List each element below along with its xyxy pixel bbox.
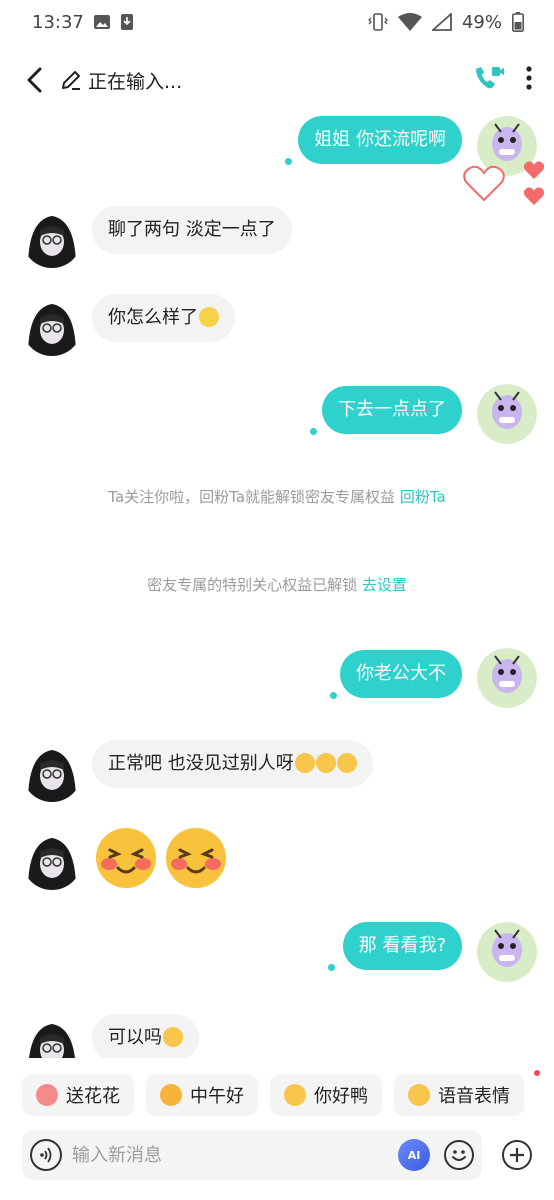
battery-icon <box>512 12 524 32</box>
flower-emoji-icon <box>36 1084 58 1106</box>
incoming-message[interactable]: 正常吧 也没见过别人呀 <box>92 740 373 788</box>
read-dot <box>285 158 292 165</box>
ai-assistant-button[interactable]: AI <box>398 1139 430 1171</box>
sunglasses-emoji-icon <box>160 1084 182 1106</box>
plus-icon <box>510 1148 524 1162</box>
status-bar: 13:37 49% <box>0 0 554 44</box>
flushed-emoji-icon <box>315 753 336 773</box>
ai-label: AI <box>407 1148 421 1162</box>
signal-icon <box>431 13 452 31</box>
read-dot <box>328 964 335 971</box>
quick-reply-voice-sticker[interactable]: 语音表情 <box>394 1074 524 1116</box>
notification-dot <box>534 1070 540 1076</box>
cat-emoji-icon <box>199 307 219 327</box>
system-notice: 密友专属的特别关心权益已解锁 去设置 <box>147 576 407 594</box>
blushing-emoji-icon[interactable] <box>164 826 228 890</box>
contact-avatar[interactable] <box>22 296 82 356</box>
read-dot <box>330 692 337 699</box>
incoming-message[interactable]: 可以吗 <box>92 1014 199 1058</box>
vibrate-icon <box>368 13 388 31</box>
heart-outline-icon <box>462 164 506 206</box>
wink-emoji-icon <box>408 1084 430 1106</box>
system-notice: Ta关注你啦，回粉Ta就能解锁密友专属权益 回粉Ta <box>108 488 446 506</box>
voice-input-button[interactable] <box>30 1139 62 1171</box>
voice-wave-icon <box>40 1147 52 1163</box>
emoji-button[interactable] <box>444 1140 474 1170</box>
chevron-left-icon <box>27 67 42 93</box>
quick-reply-noon[interactable]: 中午好 <box>146 1074 258 1116</box>
back-button[interactable] <box>18 60 50 100</box>
more-actions-button[interactable] <box>502 1140 532 1170</box>
follow-back-link[interactable]: 回粉Ta <box>400 488 446 506</box>
quick-replies: 送花花 中午好 你好鸭 语音表情 <box>22 1074 524 1116</box>
quick-reply-hello[interactable]: 你好鸭 <box>270 1074 382 1116</box>
outgoing-message[interactable]: 你老公大不 <box>340 650 462 698</box>
contact-avatar[interactable] <box>22 1016 82 1058</box>
quick-reply-flower[interactable]: 送花花 <box>22 1074 134 1116</box>
outgoing-message[interactable]: 下去一点点了 <box>322 386 462 434</box>
heart-icon <box>523 160 545 184</box>
message-list[interactable]: 姐姐 你还流呢啊 聊了两句 淡定一点了 你怎么样了 下去一点点了 Ta关注你啦，… <box>0 108 554 1058</box>
more-vertical-icon <box>526 66 532 90</box>
more-options-button[interactable] <box>526 66 532 94</box>
clock: 13:37 <box>32 11 84 33</box>
gallery-icon <box>93 14 110 30</box>
blushing-emoji-icon[interactable] <box>94 826 158 890</box>
contact-avatar[interactable] <box>22 742 82 802</box>
download-icon <box>120 14 134 30</box>
self-avatar[interactable] <box>477 648 537 708</box>
contact-avatar[interactable] <box>22 208 82 268</box>
read-dot <box>310 428 317 435</box>
pencil-icon <box>62 71 80 90</box>
self-avatar[interactable] <box>477 922 537 982</box>
chat-header: 正在输入... <box>0 52 554 108</box>
typing-status-text: 正在输入... <box>88 70 183 93</box>
outgoing-message[interactable]: 那 看看我? <box>342 922 462 970</box>
video-call-button[interactable] <box>474 64 504 96</box>
smiley-icon <box>452 1150 466 1161</box>
input-bar: AI <box>22 1130 482 1180</box>
flushed-emoji-icon <box>294 753 315 773</box>
contact-avatar[interactable] <box>22 830 82 890</box>
tongue-emoji-icon <box>284 1084 306 1106</box>
incoming-message[interactable]: 你怎么样了 <box>92 294 235 342</box>
outgoing-message[interactable]: 姐姐 你还流呢啊 <box>298 116 462 164</box>
incoming-message[interactable]: 聊了两句 淡定一点了 <box>92 206 292 254</box>
flushed-emoji-icon <box>336 753 357 773</box>
wifi-icon <box>397 13 422 31</box>
battery-percent: 49% <box>461 11 502 33</box>
self-avatar[interactable] <box>477 384 537 444</box>
phone-video-icon <box>476 67 504 89</box>
message-input[interactable] <box>72 1144 398 1166</box>
settings-link[interactable]: 去设置 <box>362 576 407 594</box>
typing-indicator: 正在输入... <box>60 67 182 94</box>
heart-icon <box>523 186 545 210</box>
kiss-emoji-icon <box>163 1027 183 1047</box>
